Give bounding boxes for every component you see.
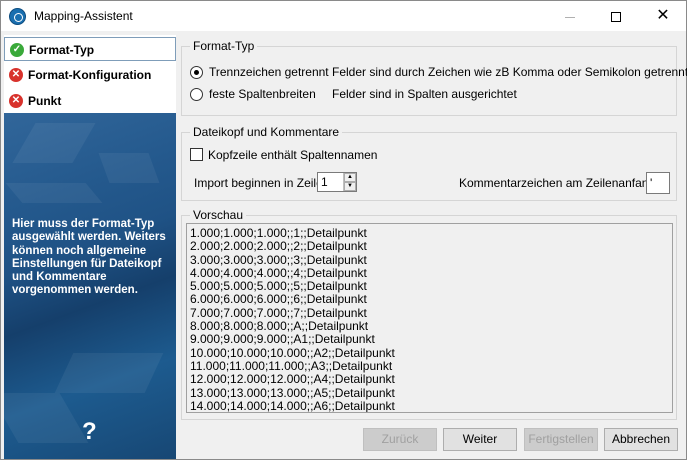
preview-line: 8.000;8.000;8.000;;A;;Detailpunkt — [190, 319, 369, 334]
step-panel: ✓ Format-Typ ✕ Format-Konfiguration ✕ Pu… — [4, 35, 176, 459]
preview-line: 5.000;5.000;5.000;;5;;Detailpunkt — [190, 279, 367, 294]
preview-line: 10.000;10.000;10.000;;A2;;Detailpunkt — [190, 345, 395, 360]
step-label: Format-Typ — [29, 43, 95, 57]
close-button[interactable]: ✕ — [640, 1, 686, 31]
group-title: Vorschau — [190, 208, 247, 222]
close-icon: ✕ — [656, 7, 670, 24]
radio-trennzeichen[interactable] — [190, 66, 203, 79]
group-title: Format-Typ — [190, 39, 258, 53]
check-icon: ✓ — [10, 43, 24, 57]
stepper-up-icon[interactable]: ▲ — [344, 173, 356, 182]
stepper-down-icon[interactable]: ▼ — [344, 182, 356, 191]
preview-line: 12.000;12.000;12.000;;A4;;Detailpunkt — [190, 372, 395, 387]
option-description: Felder sind in Spalten ausgerichtet — [332, 87, 517, 101]
back-button[interactable]: Zurück — [363, 428, 437, 451]
stepper-buttons: ▲ ▼ — [343, 173, 356, 191]
help-icon[interactable]: ? — [82, 418, 97, 446]
maximize-icon — [611, 12, 621, 23]
next-button[interactable]: Weiter — [443, 428, 517, 451]
stepper-value: 1 — [321, 175, 328, 189]
step-punkt[interactable]: ✕ Punkt — [4, 89, 176, 113]
window-title: Mapping-Assistent — [34, 9, 133, 23]
maximize-button[interactable] — [593, 1, 639, 31]
radio-feste-spaltenbreiten[interactable] — [190, 88, 203, 101]
minimize-icon — [565, 16, 575, 18]
minimize-button[interactable] — [547, 1, 593, 31]
preview-line: 13.000;13.000;13.000;;A5;;Detailpunkt — [190, 385, 395, 400]
error-icon: ✕ — [9, 94, 23, 108]
step-format-konfiguration[interactable]: ✕ Format-Konfiguration — [4, 63, 176, 87]
step-format-typ[interactable]: ✓ Format-Typ — [4, 37, 176, 61]
app-logo-icon — [9, 8, 26, 25]
preview-line: 11.000;11.000;11.000;;A3;;Detailpunkt — [190, 358, 393, 373]
option-description: Felder sind durch Zeichen wie zB Komma o… — [332, 65, 687, 79]
preview-line: 14.000;14.000;14.000;;A6;;Detailpunkt — [190, 398, 395, 413]
cancel-button[interactable]: Abbrechen — [604, 428, 678, 451]
preview-textarea[interactable]: 1.000;1.000;1.000;;1;;Detailpunkt 2.000;2… — [186, 223, 673, 413]
import-line-label: Import beginnen in Zeile: — [194, 176, 327, 190]
step-description: Hier muss der Format-Typ ausgewählt werd… — [12, 218, 166, 297]
step-label: Punkt — [28, 94, 62, 108]
title-bar: Mapping-Assistent ✕ — [1, 1, 686, 31]
group-title: Dateikopf und Kommentare — [190, 125, 343, 139]
comment-char-input[interactable]: ' — [646, 172, 670, 194]
format-type-group: Format-Typ — [181, 39, 677, 116]
header-comments-group: Dateikopf und Kommentare — [181, 125, 677, 201]
preview-line: 9.000;9.000;9.000;;A1;;Detailpunkt — [190, 332, 375, 347]
preview-line: 6.000;6.000;6.000;;6;;Detailpunkt — [190, 292, 367, 307]
preview-line: 7.000;7.000;7.000;;7;;Detailpunkt — [190, 305, 367, 320]
option-label: feste Spaltenbreiten — [209, 87, 316, 101]
checkbox-label: Kopfzeile enthält Spaltennamen — [208, 148, 378, 162]
preview-line: 1.000;1.000;1.000;;1;;Detailpunkt — [190, 226, 367, 240]
finish-button[interactable]: Fertigstellen — [524, 428, 598, 451]
option-label: Trennzeichen getrennt — [209, 65, 329, 79]
mapping-assistant-window: Mapping-Assistent ✕ ✓ Format-Typ ✕ Forma… — [0, 0, 687, 460]
step-list: ✓ Format-Typ ✕ Format-Konfiguration ✕ Pu… — [4, 35, 176, 113]
step-label: Format-Konfiguration — [28, 68, 152, 82]
preview-line: 3.000;3.000;3.000;;3;;Detailpunkt — [190, 252, 367, 267]
error-icon: ✕ — [9, 68, 23, 82]
preview-line: 4.000;4.000;4.000;;4;;Detailpunkt — [190, 265, 367, 280]
import-line-stepper[interactable]: 1 ▲ ▼ — [317, 172, 357, 192]
comment-char-label: Kommentarzeichen am Zeilenanfang: — [459, 176, 659, 190]
header-row-checkbox[interactable] — [190, 148, 203, 161]
preview-line: 2.000;2.000;2.000;;2;;Detailpunkt — [190, 239, 367, 254]
